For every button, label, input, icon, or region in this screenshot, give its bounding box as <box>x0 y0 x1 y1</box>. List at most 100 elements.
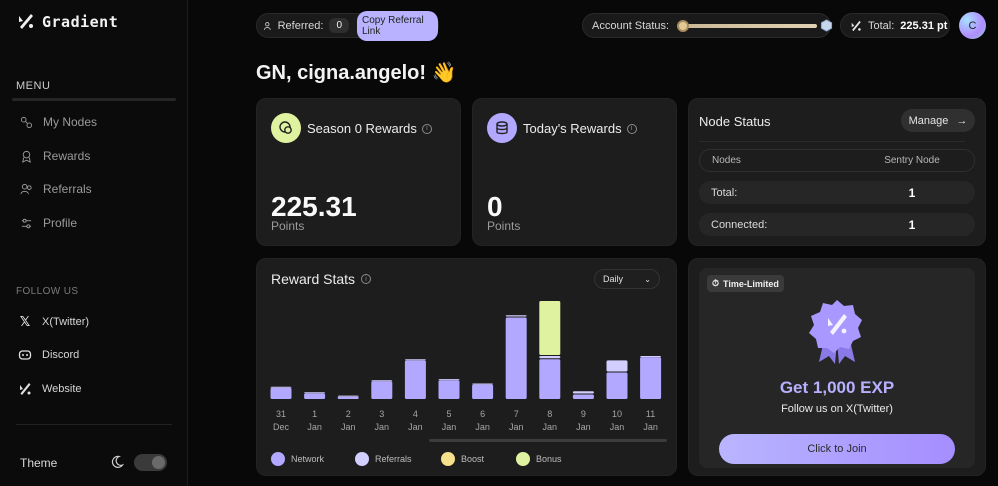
bar-referrals-0[interactable] <box>270 386 292 388</box>
referred-label: Referred: <box>277 19 324 32</box>
today-rewards-title: Today's Rewards i <box>523 121 637 136</box>
season-rewards-icon <box>271 113 301 143</box>
user-icon <box>263 21 271 30</box>
bar-network-5[interactable] <box>438 380 460 399</box>
today-rewards-icon <box>487 113 517 143</box>
node-row-connected: Connected: 1 <box>699 213 975 236</box>
bar-network-3[interactable] <box>371 381 393 399</box>
x-tick-sublabel: Jan <box>341 422 356 432</box>
sidebar-item-my-nodes[interactable]: My Nodes <box>20 115 97 129</box>
bar-network-4[interactable] <box>404 360 426 399</box>
legend-label: Referrals <box>375 454 412 464</box>
theme-toggle[interactable] <box>134 454 167 471</box>
account-status-knob <box>676 19 689 32</box>
legend-swatch <box>441 452 455 466</box>
bar-referrals-10[interactable] <box>606 360 628 372</box>
click-to-join-button[interactable]: Click to Join <box>719 434 955 464</box>
bar-referrals-5[interactable] <box>438 379 460 381</box>
promo-card: ⏱ Time-Limited Get 1,000 EXP Follow us o… <box>688 258 986 476</box>
bar-network-2[interactable] <box>337 396 359 399</box>
legend-swatch <box>271 452 285 466</box>
arrow-right-icon: → <box>956 114 968 127</box>
follow-item-label: X(Twitter) <box>42 316 90 328</box>
x-tick-label: 5 <box>446 409 451 419</box>
x-tick-sublabel: Jan <box>610 422 625 432</box>
brand-logo[interactable]: Gradient <box>16 12 118 32</box>
bar-referrals-4[interactable] <box>404 359 426 361</box>
season-rewards-unit: Points <box>271 219 305 233</box>
legend-boost: Boost <box>441 452 484 466</box>
legend-swatch <box>355 452 369 466</box>
x-tick-label: 2 <box>346 409 351 419</box>
x-tick-sublabel: Jan <box>375 422 390 432</box>
follow-twitter-link[interactable]: 𝕏 X(Twitter) <box>18 314 90 329</box>
bar-network-1[interactable] <box>304 393 326 399</box>
bar-network-0[interactable] <box>270 387 292 399</box>
sidebar-item-referrals[interactable]: Referrals <box>20 182 92 196</box>
sidebar-divider <box>16 424 172 425</box>
bar-network-9[interactable] <box>572 394 594 400</box>
legend-label: Network <box>291 454 325 464</box>
x-tick-label: 31 <box>276 409 286 419</box>
chart-scrollbar[interactable] <box>429 439 667 442</box>
follow-website-link[interactable]: Website <box>18 382 82 396</box>
manage-button[interactable]: Manage → <box>901 109 975 132</box>
account-status-fill <box>677 23 818 28</box>
bar-network-6[interactable] <box>472 384 494 399</box>
x-tick-label: 7 <box>514 409 519 419</box>
gradient-mark-icon <box>851 20 861 31</box>
promo-subtitle: Follow us on X(Twitter) <box>781 403 893 415</box>
bar-referrals-9[interactable] <box>572 391 594 394</box>
bar-network-8[interactable] <box>539 359 561 399</box>
sidebar-item-profile[interactable]: Profile <box>20 216 77 230</box>
sidebar: Gradient MENU My Nodes Rewards Referrals… <box>0 0 188 486</box>
reward-stats-card: Reward Stats i Daily ⌄ 31 Dec 1 Jan 2 Jan 3 Jan… <box>256 258 677 476</box>
sidebar-item-rewards[interactable]: Rewards <box>20 149 90 163</box>
total-points-pill: Total: 225.31 pt <box>840 13 950 38</box>
legend-bonus: Bonus <box>516 452 562 466</box>
node-status-card: Node Status Manage → Nodes Sentry Node T… <box>688 98 986 246</box>
node-row-label: Connected: <box>711 218 768 231</box>
avatar[interactable]: C <box>959 12 986 39</box>
node-status-divider <box>699 141 965 142</box>
brand-name: Gradient <box>42 13 119 31</box>
stopwatch-icon: ⏱ <box>712 278 720 288</box>
account-status-label: Account Status: <box>592 19 670 32</box>
total-label: Total: <box>868 19 895 32</box>
x-tick-label: 4 <box>413 409 418 419</box>
info-icon[interactable]: i <box>421 123 432 134</box>
node-header-nodes: Nodes <box>712 155 741 166</box>
node-header-sentry: Sentry Node <box>884 155 940 166</box>
profile-icon <box>21 218 32 228</box>
x-tick-label: 8 <box>547 409 552 419</box>
bar-referrals-6[interactable] <box>472 383 494 385</box>
legend-swatch <box>516 452 530 466</box>
copy-referral-link-button[interactable]: Copy Referral Link <box>357 10 438 41</box>
reward-stats-chart: 31 Dec 1 Jan 2 Jan 3 Jan 4 Jan 5 Jan 6 Jan 7 Jan 8 Jan 9 Ja… <box>270 301 662 432</box>
account-status-bar <box>676 18 833 32</box>
bar-referrals-1[interactable] <box>304 392 326 394</box>
nodes-icon <box>20 116 33 128</box>
bar-referrals-8[interactable] <box>539 356 561 359</box>
season-rewards-title: Season 0 Rewards i <box>307 121 432 136</box>
bar-referrals-7[interactable] <box>505 315 527 317</box>
x-tick-sublabel: Jan <box>408 422 423 432</box>
bar-network-10[interactable] <box>606 372 628 400</box>
bar-referrals-3[interactable] <box>371 380 393 382</box>
bar-network-7[interactable] <box>505 317 527 400</box>
bar-network-11[interactable] <box>640 357 662 399</box>
bar-bonus-8[interactable] <box>539 301 561 355</box>
bar-referrals-2[interactable] <box>337 395 359 397</box>
x-tick-sublabel: Jan <box>509 422 524 432</box>
x-tick-label: 1 <box>312 409 317 419</box>
referred-count: 0 <box>329 18 349 33</box>
follow-discord-link[interactable]: Discord <box>18 348 79 362</box>
info-icon[interactable]: i <box>626 123 637 134</box>
x-tick-label: 10 <box>612 409 622 419</box>
x-tick-label: 9 <box>581 409 586 419</box>
bar-referrals-11[interactable] <box>640 356 662 357</box>
time-limited-label: Time-Limited <box>723 278 779 289</box>
rewards-icon <box>22 150 31 163</box>
follow-us-label: FOLLOW US <box>16 286 79 297</box>
sidebar-item-label: Profile <box>43 216 78 230</box>
